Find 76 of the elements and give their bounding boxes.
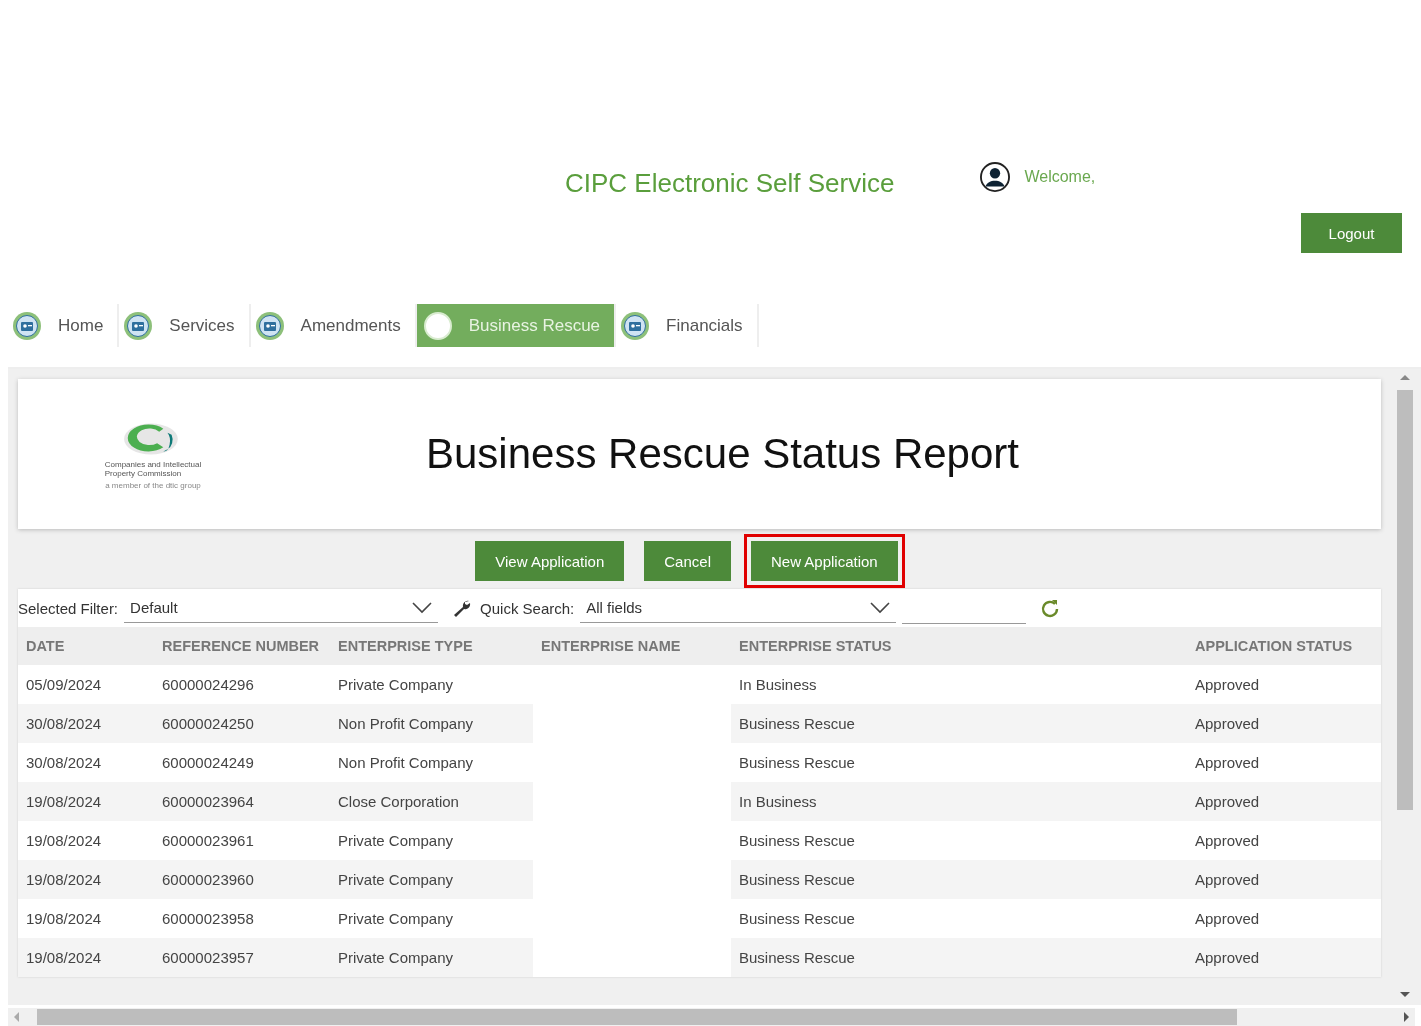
nav-tab[interactable]: Financials	[616, 304, 759, 347]
table-cell: 30/08/2024	[18, 743, 154, 782]
id-card-icon	[254, 310, 285, 341]
table-cell: 60000023964	[154, 782, 330, 821]
nav-tab[interactable]: Business Rescue	[416, 304, 617, 347]
table-cell: Private Company	[330, 938, 533, 977]
column-header[interactable]: ENTERPRISE STATUS	[731, 627, 1187, 665]
id-card-icon	[12, 310, 42, 341]
table-cell: Non Profit Company	[330, 704, 533, 743]
welcome-text: Welcome,	[1024, 168, 1096, 186]
table-cell: Business Rescue	[731, 899, 1187, 938]
action-button[interactable]: Cancel	[644, 541, 731, 581]
column-header[interactable]: REFERENCE NUMBER	[154, 627, 330, 665]
table-cell: 60000023960	[154, 860, 330, 899]
table-cell: 60000023957	[154, 938, 330, 977]
table-cell: Business Rescue	[731, 704, 1187, 743]
table-cell: 19/08/2024	[18, 899, 154, 938]
logout-button[interactable]: Logout	[1301, 213, 1402, 253]
horizontal-scrollbar[interactable]	[8, 1008, 1415, 1026]
table-cell: Close Corporation	[330, 782, 533, 821]
nav-tab[interactable]: Home	[8, 304, 120, 347]
table-cell: Approved	[1187, 665, 1381, 704]
table-cell: 19/08/2024	[18, 821, 154, 860]
table-cell: 60000024250	[154, 704, 330, 743]
table-cell: Private Company	[330, 860, 533, 899]
table-cell: Approved	[1187, 938, 1381, 977]
table-cell: In Business	[731, 665, 1187, 704]
user-icon	[980, 162, 1011, 192]
table-cell: Non Profit Company	[330, 743, 533, 782]
action-button[interactable]: New Application	[750, 541, 898, 581]
table-cell: 60000023958	[154, 899, 330, 938]
table-cell: 60000024249	[154, 743, 330, 782]
table-cell: Approved	[1187, 821, 1381, 860]
nav-tab[interactable]: Amendments	[250, 304, 417, 347]
table-cell: Approved	[1187, 743, 1381, 782]
filter-label: Selected Filter:	[18, 599, 119, 617]
table-cell: 60000023961	[154, 821, 330, 860]
chevron-icon	[412, 601, 433, 614]
refresh-icon[interactable]	[1040, 598, 1061, 618]
id-card-icon	[123, 310, 154, 341]
table-cell: Approved	[1187, 860, 1381, 899]
table-cell: Business Rescue	[731, 743, 1187, 782]
wrench-icon	[452, 598, 473, 618]
circle-icon	[422, 310, 453, 341]
search-scope-dropdown[interactable]: All fields	[580, 593, 897, 623]
table-cell: 19/08/2024	[18, 782, 154, 821]
table-cell: Business Rescue	[731, 821, 1187, 860]
action-button[interactable]: View Application	[475, 541, 625, 581]
column-header[interactable]: ENTERPRISE NAME	[533, 627, 731, 665]
chevron-icon	[870, 601, 891, 614]
column-header[interactable]: DATE	[18, 627, 154, 665]
logo-tagline: a member of the dtic group	[105, 481, 201, 490]
table-cell: Approved	[1187, 782, 1381, 821]
site-title: CIPC Electronic Self Service	[565, 168, 895, 199]
table-cell: 19/08/2024	[18, 938, 154, 977]
table-cell: 30/08/2024	[18, 704, 154, 743]
logo-text: Companies and Intellectual	[104, 460, 202, 469]
nav-tab[interactable]: Services	[119, 304, 251, 347]
table-cell: Private Company	[330, 821, 533, 860]
column-header[interactable]: APPLICATION STATUS	[1187, 627, 1381, 665]
table-cell: Approved	[1187, 899, 1381, 938]
table-cell: 19/08/2024	[18, 860, 154, 899]
logo-text: Property Commission	[104, 469, 183, 478]
report-title: Business Rescue Status Report	[426, 430, 1019, 478]
table-cell: 05/09/2024	[18, 665, 154, 704]
filter-dropdown[interactable]: Default	[124, 593, 439, 623]
table-cell: Approved	[1187, 704, 1381, 743]
table-cell: Business Rescue	[731, 860, 1187, 899]
table-cell: Private Company	[330, 899, 533, 938]
column-header[interactable]: ENTERPRISE TYPE	[330, 627, 533, 665]
quick-search-label: Quick Search:	[480, 599, 575, 617]
table-cell: Business Rescue	[731, 938, 1187, 977]
table-cell: Private Company	[330, 665, 533, 704]
table-cell: In Business	[731, 782, 1187, 821]
id-card-icon	[620, 310, 651, 341]
table-cell: 60000024296	[154, 665, 330, 704]
